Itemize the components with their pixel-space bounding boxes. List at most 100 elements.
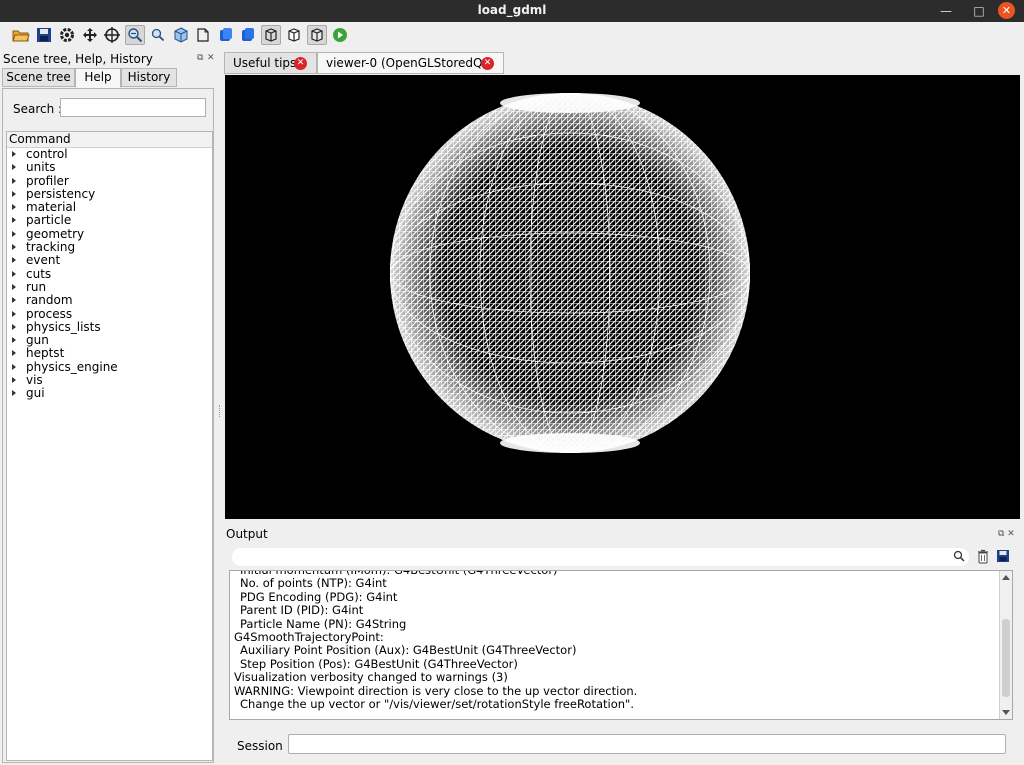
output-text[interactable]: Initial momentum (IMom): G4BestUnit (G4T… [229, 570, 1013, 720]
help-search-input[interactable] [60, 98, 206, 117]
command-label: cuts [26, 266, 52, 281]
expand-arrow-icon[interactable] [12, 190, 16, 197]
save-output-icon[interactable] [996, 549, 1010, 566]
command-item-units[interactable]: units [7, 161, 212, 174]
command-item-vis[interactable]: vis [7, 373, 212, 388]
tab-history[interactable]: History [121, 68, 177, 87]
zoom-in-icon[interactable] [148, 25, 168, 45]
scroll-up-icon[interactable] [1002, 575, 1010, 580]
command-item-particle[interactable]: particle [7, 214, 212, 227]
command-label: profiler [26, 173, 69, 188]
zoom-out-icon[interactable] [125, 25, 145, 45]
save-icon[interactable] [34, 25, 54, 45]
pick-icon[interactable] [102, 25, 122, 45]
tab-useful-tips[interactable]: Useful tips ✕ [224, 52, 317, 74]
command-label: physics_lists [26, 319, 101, 334]
scroll-down-icon[interactable] [1002, 710, 1010, 715]
run-icon[interactable] [330, 25, 350, 45]
expand-arrow-icon[interactable] [12, 350, 16, 357]
scroll-thumb[interactable] [1002, 619, 1010, 697]
session-input[interactable] [288, 734, 1006, 754]
expand-arrow-icon[interactable] [12, 337, 16, 344]
expand-arrow-icon[interactable] [12, 217, 16, 224]
command-item-gui[interactable]: gui [7, 387, 212, 400]
dock-splitter[interactable] [218, 50, 222, 765]
expand-arrow-icon[interactable] [12, 363, 16, 370]
expand-arrow-icon[interactable] [12, 270, 16, 277]
output-line: Change the up vector or "/vis/viewer/set… [240, 696, 634, 711]
expand-arrow-icon[interactable] [12, 390, 16, 397]
close-window-icon[interactable]: ✕ [998, 2, 1015, 19]
wireframe-sphere [390, 93, 750, 453]
expand-arrow-icon[interactable] [12, 283, 16, 290]
move-icon[interactable] [80, 25, 100, 45]
surface-icon[interactable] [307, 25, 327, 45]
output-scrollbar[interactable] [999, 571, 1012, 719]
command-label: process [26, 306, 73, 321]
expand-arrow-icon[interactable] [12, 377, 16, 384]
wireframe-icon[interactable] [261, 25, 281, 45]
command-label: gun [26, 333, 49, 348]
tab-viewer-0[interactable]: viewer-0 (OpenGLStoredQt) ✕ [317, 52, 504, 74]
expand-arrow-icon[interactable] [12, 244, 16, 251]
command-tree[interactable]: Command control units profiler persistency m… [6, 131, 213, 761]
command-label: material [26, 200, 77, 215]
output-filter-input[interactable] [232, 548, 969, 566]
perspective-icon[interactable] [193, 25, 213, 45]
command-item-physics-engine[interactable]: physics_engine [7, 360, 212, 374]
settings-icon[interactable] [57, 25, 77, 45]
command-item-random[interactable]: random [7, 294, 212, 307]
command-tree-header[interactable]: Command [7, 132, 212, 148]
search-icon[interactable] [953, 550, 965, 565]
tab-help[interactable]: Help [75, 68, 121, 88]
rotate-icon[interactable] [171, 25, 191, 45]
output-line: G4SmoothTrajectoryPoint: [234, 629, 384, 644]
command-item-tracking[interactable]: tracking [7, 240, 212, 254]
command-item-control[interactable]: control [7, 147, 212, 161]
splitter-grip [219, 405, 221, 417]
command-item-event[interactable]: event [7, 254, 212, 267]
command-item-cuts[interactable]: cuts [7, 266, 212, 281]
command-item-profiler[interactable]: profiler [7, 173, 212, 188]
dock-float-icon[interactable]: ⧉ [197, 53, 203, 63]
command-item-physics-lists[interactable]: physics_lists [7, 319, 212, 334]
command-label: geometry [26, 226, 85, 241]
output-line: PDG Encoding (PDG): G4int [240, 589, 398, 604]
solid-icon[interactable] [238, 25, 258, 45]
command-item-run[interactable]: run [7, 280, 212, 294]
expand-arrow-icon[interactable] [12, 257, 16, 264]
open-icon[interactable] [11, 25, 31, 45]
ortho-icon[interactable] [216, 25, 236, 45]
expand-arrow-icon[interactable] [12, 177, 16, 184]
expand-arrow-icon[interactable] [12, 151, 16, 157]
command-label: control [26, 147, 68, 161]
opengl-viewer[interactable] [225, 75, 1020, 519]
command-item-gun[interactable]: gun [7, 334, 212, 347]
command-item-material[interactable]: material [7, 201, 212, 214]
expand-arrow-icon[interactable] [12, 204, 16, 211]
tab-label: viewer-0 (OpenGLStoredQt) [326, 56, 492, 70]
command-item-persistency[interactable]: persistency [7, 187, 212, 201]
session-label: Session : [237, 739, 291, 753]
output-dock-buttons[interactable]: ⧉ ✕ [998, 529, 1015, 539]
help-panel: Search : Command control units profiler per… [2, 88, 214, 763]
tab-close-icon[interactable]: ✕ [481, 57, 494, 70]
dock-close-icon[interactable]: ✕ [207, 53, 215, 63]
command-item-geometry[interactable]: geometry [7, 226, 212, 241]
tab-close-icon[interactable]: ✕ [294, 57, 307, 70]
expand-arrow-icon[interactable] [12, 323, 16, 330]
hidden-line-icon[interactable] [284, 25, 304, 45]
expand-arrow-icon[interactable] [12, 310, 16, 317]
expand-arrow-icon[interactable] [12, 297, 16, 304]
command-item-process[interactable]: process [7, 306, 212, 321]
maximize-icon[interactable]: □ [970, 2, 988, 20]
command-item-heptst[interactable]: heptst [7, 347, 212, 360]
tab-scene-tree[interactable]: Scene tree [2, 68, 75, 87]
clear-output-icon[interactable] [976, 549, 990, 567]
expand-arrow-icon[interactable] [12, 230, 16, 237]
expand-arrow-icon[interactable] [12, 164, 16, 171]
command-label: vis [26, 373, 43, 388]
output-line: Step Position (Pos): G4BestUnit (G4Three… [240, 656, 518, 671]
output-line: No. of points (NTP): G4int [240, 576, 387, 591]
minimize-icon[interactable]: — [937, 2, 955, 20]
